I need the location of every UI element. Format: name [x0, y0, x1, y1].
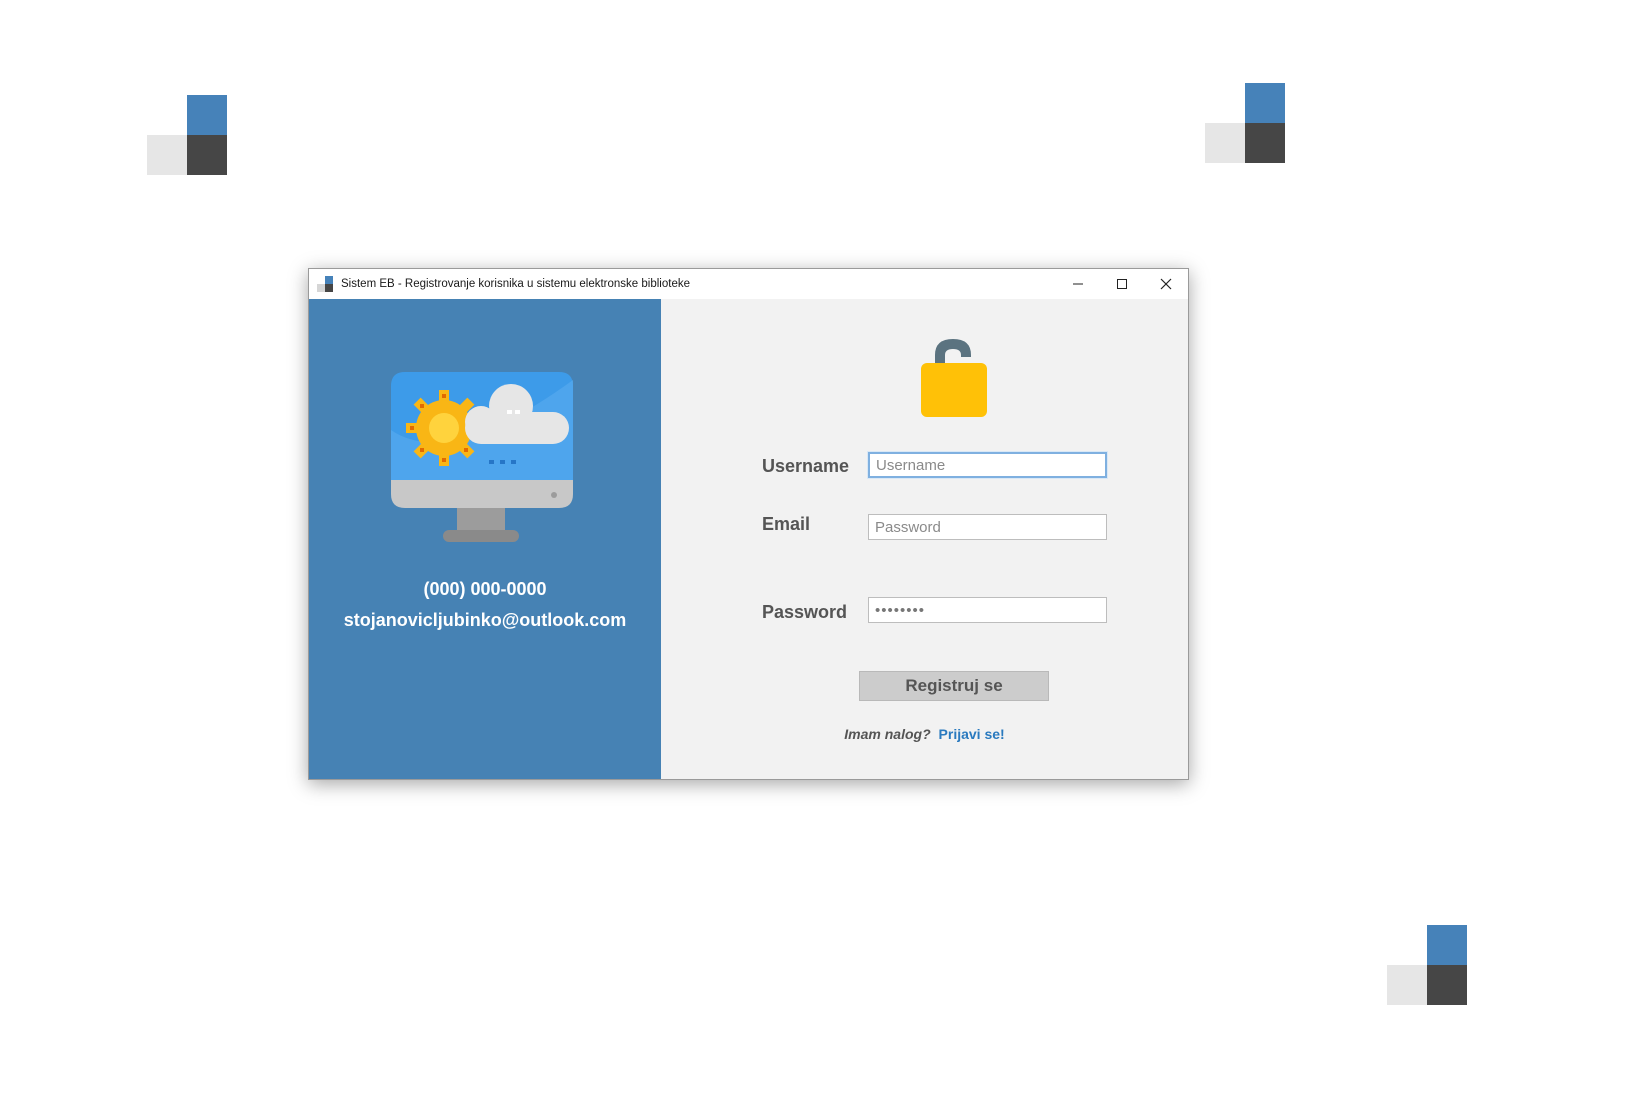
decorative-logo: [147, 95, 227, 175]
logo-square-dark: [1427, 965, 1467, 1005]
registration-form: Username Email Password Registruj se Ima…: [661, 299, 1188, 779]
title-bar[interactable]: Sistem EB - Registrovanje korisnika u si…: [309, 269, 1188, 299]
maximize-icon: [1117, 279, 1127, 289]
username-input[interactable]: [868, 452, 1107, 478]
window-title: Sistem EB - Registrovanje korisnika u si…: [341, 278, 690, 290]
logo-square-blue: [1427, 925, 1467, 965]
close-button[interactable]: [1144, 269, 1188, 299]
logo-square-light: [1387, 965, 1427, 1005]
contact-phone: (000) 000-0000: [423, 579, 547, 599]
login-link[interactable]: Prijavi se!: [939, 726, 1005, 742]
email-input[interactable]: [868, 514, 1107, 540]
have-account-text: Imam nalog?: [844, 726, 931, 742]
email-label: Email: [762, 514, 811, 534]
logo-square-dark: [187, 135, 227, 175]
minimize-icon: [1073, 283, 1083, 285]
unlocked-padlock-icon: [921, 339, 987, 417]
maximize-button[interactable]: [1100, 269, 1144, 299]
logo-square-dark: [1245, 123, 1285, 163]
password-input[interactable]: [868, 597, 1107, 623]
login-prompt: Imam nalog? Prijavi se!: [661, 726, 1188, 742]
decorative-logo: [1387, 925, 1467, 1005]
close-icon: [1160, 278, 1172, 290]
logo-square-light: [1205, 123, 1245, 163]
decorative-logo: [1205, 83, 1285, 163]
desktop-background: Sistem EB - Registrovanje korisnika u si…: [0, 0, 1645, 1093]
window-controls: [1056, 269, 1188, 299]
contact-email: stojanovicljubinko@outlook.com: [343, 610, 627, 630]
logo-square-blue: [1245, 83, 1285, 123]
logo-square-blue: [187, 95, 227, 135]
register-button[interactable]: Registruj se: [859, 671, 1049, 701]
logo-square-light: [147, 135, 187, 175]
app-icon: [317, 276, 333, 292]
minimize-button[interactable]: [1056, 269, 1100, 299]
contact-panel: (000) 000-0000 stojanovicljubinko@outloo…: [309, 299, 661, 779]
registration-window: Sistem EB - Registrovanje korisnika u si…: [308, 268, 1189, 780]
password-label: Password: [762, 602, 848, 622]
monitor-settings-cloud-icon: [391, 372, 573, 542]
username-label: Username: [762, 456, 850, 476]
